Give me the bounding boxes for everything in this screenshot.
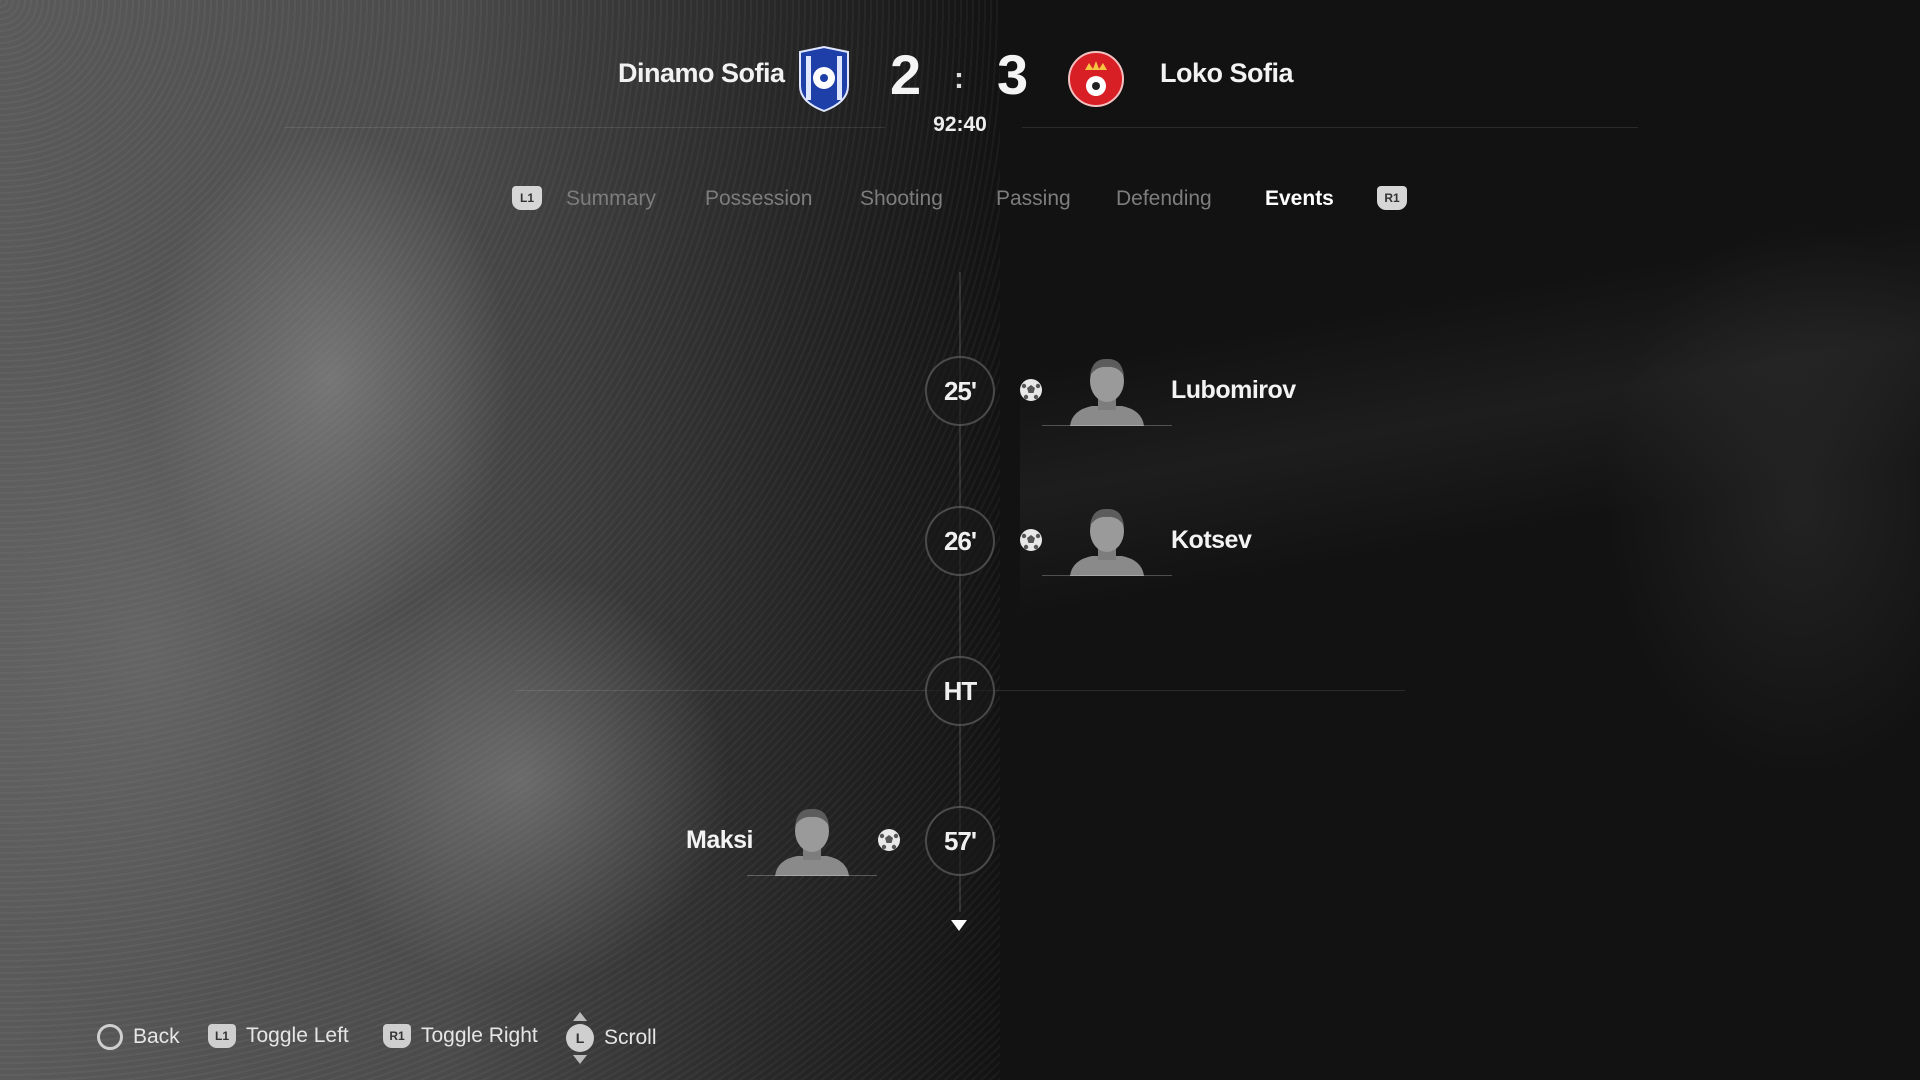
scroll-label: Scroll [604, 1026, 657, 1049]
player-avatar [747, 806, 877, 876]
scroll-prompt[interactable]: L Scroll [566, 1012, 657, 1064]
player-name: Maksi [686, 826, 753, 854]
home-team-name: Dinamo Sofia [618, 58, 785, 88]
player-name: Lubomirov [1171, 376, 1296, 404]
home-team-crest-icon [799, 46, 849, 112]
event-minute: 26' [925, 506, 995, 576]
goal-ball-icon [1020, 379, 1042, 401]
away-team-name: Loko Sofia [1160, 58, 1294, 88]
away-score: 3 [997, 43, 1029, 106]
toggle-left-prompt[interactable]: L1 Toggle Left [208, 1024, 349, 1048]
l1-bumper-icon[interactable]: L1 [512, 186, 542, 210]
l1-button-icon: L1 [208, 1024, 236, 1048]
r1-button-icon: R1 [383, 1024, 411, 1048]
header-divider-right [1022, 127, 1638, 128]
home-score: 2 [890, 43, 922, 106]
r1-bumper-icon[interactable]: R1 [1377, 186, 1407, 210]
player-avatar [1042, 356, 1172, 426]
score-separator: : [954, 62, 964, 95]
back-prompt[interactable]: Back [97, 1024, 180, 1050]
circle-button-icon [97, 1024, 123, 1050]
player-name: Kotsev [1171, 526, 1252, 554]
event-minute: 25' [925, 356, 995, 426]
half-time-marker: HT [925, 656, 995, 726]
tab-summary[interactable]: Summary [566, 187, 656, 211]
goal-ball-icon [878, 829, 900, 851]
back-label: Back [133, 1025, 180, 1048]
header-divider-left [285, 127, 885, 128]
toggle-right-prompt[interactable]: R1 Toggle Right [383, 1024, 538, 1048]
tab-events[interactable]: Events [1265, 187, 1334, 211]
background-crowd [0, 0, 1000, 1080]
goal-ball-icon [1020, 529, 1042, 551]
away-team-crest-icon [1068, 51, 1124, 107]
tab-possession[interactable]: Possession [705, 187, 812, 211]
player-avatar [1042, 506, 1172, 576]
tab-defending[interactable]: Defending [1116, 187, 1212, 211]
scroll-down-arrow-icon[interactable] [951, 920, 967, 931]
match-clock: 92:40 [933, 113, 987, 136]
toggle-left-label: Toggle Left [246, 1024, 349, 1047]
tab-shooting[interactable]: Shooting [860, 187, 943, 211]
left-stick-icon: L [566, 1012, 594, 1064]
event-minute: 57' [925, 806, 995, 876]
toggle-right-label: Toggle Right [421, 1024, 538, 1047]
tab-passing[interactable]: Passing [996, 187, 1071, 211]
